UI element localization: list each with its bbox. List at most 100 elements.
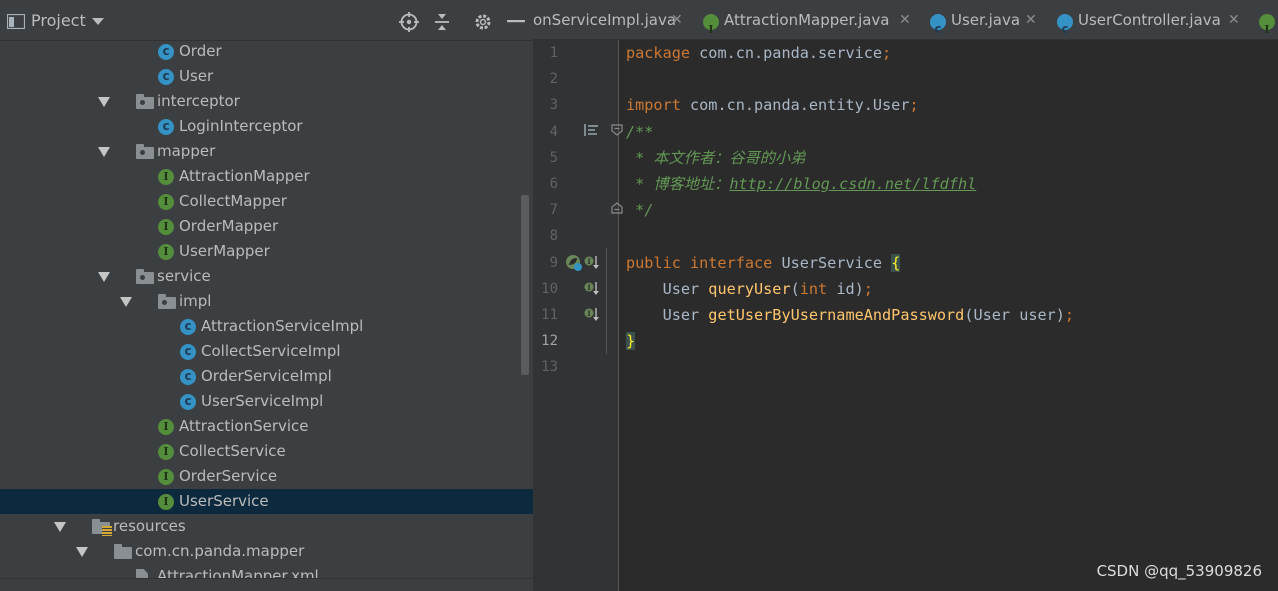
tree-item-order[interactable]: Order xyxy=(0,39,533,64)
tree-item-label: OrderServiceImpl xyxy=(201,367,332,385)
hide-panel-icon[interactable] xyxy=(507,20,525,24)
class-icon xyxy=(158,114,174,139)
structure-icon[interactable] xyxy=(584,124,598,136)
spring-bean-icon[interactable] xyxy=(565,254,583,272)
tree-item-orderserviceimpl[interactable]: OrderServiceImpl xyxy=(0,364,533,389)
code-link[interactable]: http://blog.csdn.net/lfdfhl xyxy=(729,175,976,193)
code-token: id) xyxy=(827,279,864,298)
expand-arrow-icon[interactable] xyxy=(98,264,110,289)
code-line[interactable]: import com.cn.panda.entity.User; xyxy=(626,92,919,118)
tree-item-logininterceptor[interactable]: LoginInterceptor xyxy=(0,114,533,139)
fold-close-icon[interactable] xyxy=(611,202,623,214)
tree-item-com-cn-panda-mapper[interactable]: com.cn.panda.mapper xyxy=(0,539,533,564)
close-tab-icon[interactable]: ✕ xyxy=(1025,0,1037,39)
code-line[interactable]: package com.cn.panda.service; xyxy=(626,40,891,66)
editor-tab[interactable]: AttractionMapper.java ✕ xyxy=(701,0,928,39)
editor-tab[interactable]: User.java✕ xyxy=(928,0,1055,39)
gear-icon[interactable] xyxy=(473,12,493,32)
tree-item-orderservice[interactable]: OrderService xyxy=(0,464,533,489)
code-line[interactable]: User queryUser(int id); xyxy=(626,276,873,302)
code-token: public interface xyxy=(626,253,773,272)
tree-item-usermapper[interactable]: UserMapper xyxy=(0,239,533,264)
code-line[interactable]: public interface UserService { xyxy=(626,250,901,276)
code-token: ; xyxy=(909,96,919,115)
line-number: 6 xyxy=(549,176,558,192)
project-title[interactable]: Project xyxy=(31,11,86,30)
code-line[interactable]: * 博客地址：http://blog.csdn.net/lfdfhl xyxy=(626,171,976,197)
tree-item-label: impl xyxy=(179,292,212,310)
code-token: import xyxy=(626,96,681,115)
code-line[interactable]: } xyxy=(626,328,636,354)
code-token: getUserByUsernameAndPassword xyxy=(708,306,965,324)
locate-icon[interactable] xyxy=(399,12,419,32)
tree-item-label: CollectService xyxy=(179,442,286,460)
expand-arrow-icon[interactable] xyxy=(98,89,110,114)
expand-arrow-icon[interactable] xyxy=(54,514,66,539)
tree-item-interceptor[interactable]: interceptor xyxy=(0,89,533,114)
line-number: 11 xyxy=(541,307,558,323)
tree-item-mapper[interactable]: mapper xyxy=(0,139,533,164)
editor-tab[interactable]: onServiceImpl.java ✕ xyxy=(533,0,701,39)
implemented-icon[interactable]: I xyxy=(584,280,600,296)
package-icon xyxy=(158,294,176,309)
implemented-icon[interactable]: I xyxy=(584,254,600,270)
code-line[interactable]: * 本文作者：谷哥的小弟 xyxy=(626,145,805,171)
tree-item-collectservice[interactable]: CollectService xyxy=(0,439,533,464)
interface-icon xyxy=(1259,9,1275,39)
line-number: 5 xyxy=(549,149,558,166)
implemented-icon[interactable]: I xyxy=(584,306,600,322)
tree-scrollbar[interactable] xyxy=(521,195,529,375)
tree-item-userservice[interactable]: UserService xyxy=(0,489,533,514)
class-icon xyxy=(158,39,174,64)
expand-arrow-icon[interactable] xyxy=(98,139,110,164)
line-number: 10 xyxy=(541,280,558,297)
tree-item-label: Order xyxy=(179,42,222,60)
close-tab-icon[interactable]: ✕ xyxy=(671,0,683,39)
interface-icon xyxy=(158,464,174,489)
class-icon xyxy=(1057,9,1073,39)
code-line[interactable]: */ xyxy=(626,197,653,223)
tree-item-label: CollectServiceImpl xyxy=(201,342,341,360)
line-number: 13 xyxy=(541,359,558,376)
editor-tab[interactable] xyxy=(1257,0,1278,39)
tree-item-resources[interactable]: resources xyxy=(0,514,533,539)
package-icon xyxy=(136,269,154,284)
code-editor[interactable]: package com.cn.panda.service; import com.… xyxy=(626,40,1278,591)
tree-item-attractionmapper[interactable]: AttractionMapper xyxy=(0,164,533,189)
expand-arrow-icon[interactable] xyxy=(120,289,132,314)
project-window-icon[interactable] xyxy=(7,14,25,29)
code-token: ; xyxy=(1064,306,1075,324)
tree-item-impl[interactable]: impl xyxy=(0,289,533,314)
chevron-down-icon[interactable] xyxy=(92,18,104,26)
tree-item-user[interactable]: User xyxy=(0,64,533,89)
close-tab-icon[interactable]: ✕ xyxy=(899,0,911,39)
code-line[interactable]: User getUserByUsernameAndPassword(User u… xyxy=(626,302,1075,328)
close-tab-icon[interactable]: ✕ xyxy=(1228,0,1240,39)
tree-item-label: LoginInterceptor xyxy=(179,117,303,135)
code-line[interactable]: /** xyxy=(626,119,653,145)
class-icon xyxy=(180,339,196,364)
package-icon xyxy=(136,94,154,109)
expand-arrow-icon[interactable] xyxy=(76,539,88,564)
line-number: 4 xyxy=(549,123,558,140)
line-number: 3 xyxy=(549,97,558,114)
tree-item-attractionservice[interactable]: AttractionService xyxy=(0,414,533,439)
editor-tab-bar: onServiceImpl.java✕AttractionMapper.java… xyxy=(533,0,1278,40)
tree-item-userserviceimpl[interactable]: UserServiceImpl xyxy=(0,389,533,414)
interface-icon xyxy=(158,489,174,514)
tree-item-collectmapper[interactable]: CollectMapper xyxy=(0,189,533,214)
code-token: /** xyxy=(626,122,654,141)
editor-tab[interactable]: UserController.java ✕ xyxy=(1055,0,1257,39)
code-token: (User user) xyxy=(964,306,1065,324)
tree-item-ordermapper[interactable]: OrderMapper xyxy=(0,214,533,239)
tab-label: UserController.java xyxy=(1078,11,1221,29)
svg-text:I: I xyxy=(587,283,590,292)
tree-item-collectserviceimpl[interactable]: CollectServiceImpl xyxy=(0,339,533,364)
tree-item-attractionserviceimpl[interactable]: AttractionServiceImpl xyxy=(0,314,533,339)
fold-open-icon[interactable] xyxy=(611,124,623,136)
project-header: Project xyxy=(0,0,533,41)
interface-icon xyxy=(158,214,174,239)
code-token: ; xyxy=(882,44,892,62)
collapse-all-icon[interactable] xyxy=(434,12,450,32)
tree-item-service[interactable]: service xyxy=(0,264,533,289)
